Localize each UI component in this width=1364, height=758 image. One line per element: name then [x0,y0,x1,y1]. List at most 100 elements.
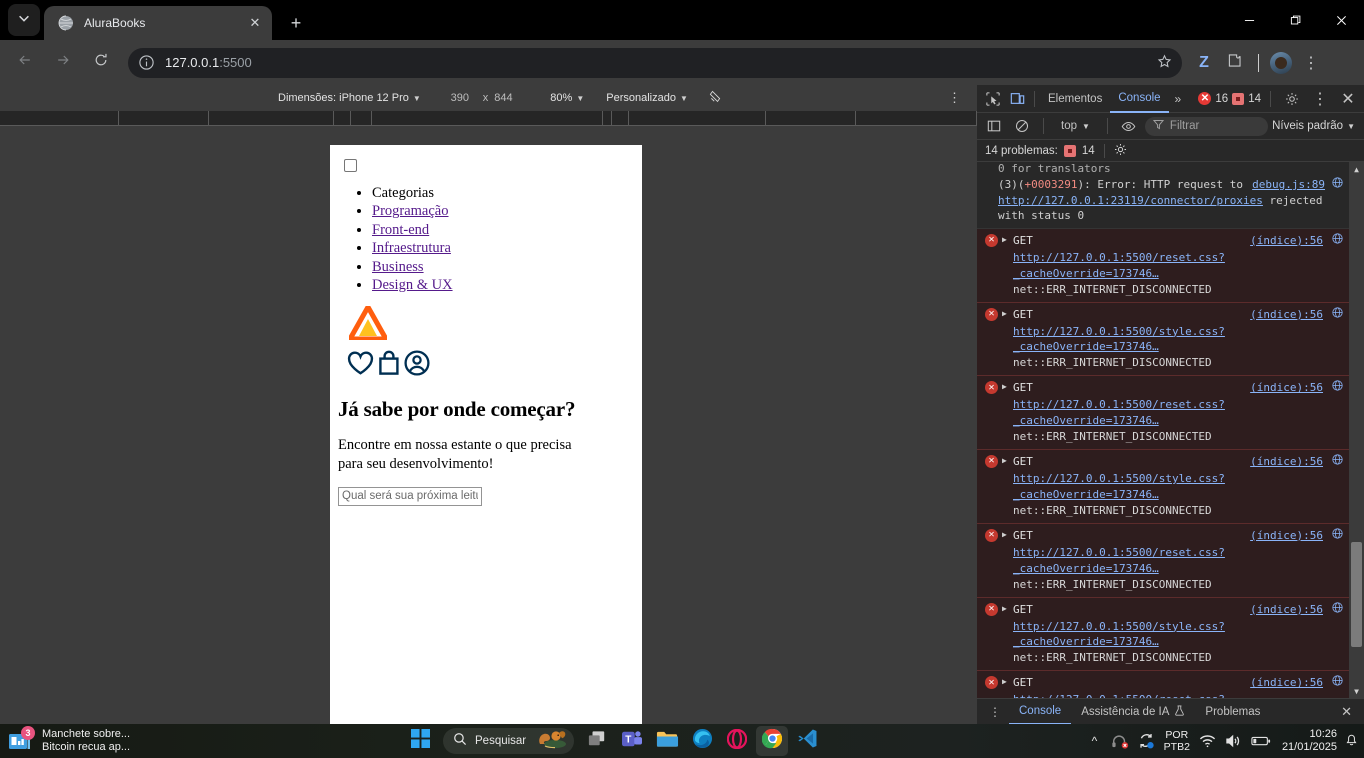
globe-icon[interactable] [1332,601,1343,618]
headset-muted-icon[interactable] [1111,734,1129,749]
console-error-entry[interactable]: ✕ ▶ GET (índice):56 http://127.0.0.1:5500/st… [977,450,1349,524]
console-source-link[interactable]: (índice):56 [1250,528,1323,544]
notification-bell-button[interactable] [1346,733,1357,749]
globe-icon[interactable] [1332,306,1343,323]
close-button[interactable] [1318,0,1364,40]
console-error-entry[interactable]: ✕ ▶ GET (índice):56http://127.0.0.1:5500/re… [977,523,1349,598]
wifi-icon[interactable] [1199,734,1216,748]
request-url[interactable]: http://127.0.0.1:5500/reset.css?_cacheOv… [1013,250,1341,282]
category-link[interactable]: Programação [372,203,449,219]
network-throttle-select[interactable]: Personalizado ▼ [606,92,688,104]
forward-button[interactable] [48,48,78,78]
opera-button[interactable] [721,726,753,756]
scrollbar-thumb[interactable] [1351,542,1362,647]
minimize-button[interactable] [1226,0,1272,40]
expand-triangle-icon[interactable]: ▶ [1002,676,1007,688]
emulated-viewport[interactable]: Categorias Programação Front-end Infraes… [330,145,642,724]
console-error-entry[interactable]: ✕ ▶ GET (índice):56http://127.0.0.1:5500/re… [977,228,1349,303]
tray-overflow-button[interactable]: ^ [1092,734,1102,748]
globe-icon[interactable] [1332,528,1343,544]
category-link[interactable]: Design & UX [372,277,453,293]
battery-icon[interactable] [1251,735,1271,747]
console-source-link[interactable]: (índice):56 [1250,380,1323,396]
console-error-entry[interactable]: ✕ ▶ GET (índice):56 http://127.0.0.1:5500/st… [977,597,1349,672]
sync-icon[interactable] [1138,733,1155,749]
gear-icon[interactable] [1114,143,1127,159]
device-preset-select[interactable]: Dimensões: iPhone 12 Pro ▼ [278,92,421,104]
console-message-url[interactable]: http://127.0.0.1:23119/connector/proxies [998,194,1263,207]
console-source-link[interactable]: (índice):56 [1250,233,1323,249]
extensions-button[interactable] [1220,49,1248,77]
start-button[interactable] [404,726,436,756]
address-bar[interactable]: 127.0.0.1:5500 [128,47,1182,78]
user-icon[interactable] [403,349,431,377]
console-log[interactable]: 0 for translators (3)(+0003291): Error: … [977,162,1364,698]
device-height-input[interactable]: 844 [494,92,524,104]
browser-tab[interactable]: AluraBooks ✕ [44,6,272,40]
expand-triangle-icon[interactable]: ▶ [1002,455,1007,467]
language-indicator[interactable]: POR PTB2 [1164,729,1190,753]
device-toolbar-menu[interactable]: ⋮ [948,90,961,106]
expand-triangle-icon[interactable]: ▶ [1002,308,1007,320]
console-message[interactable]: (3)(+0003291): Error: HTTP request to ht… [977,174,1349,229]
error-count[interactable]: ✕ 16 [1198,92,1228,105]
bookmark-star-icon[interactable] [1157,54,1172,72]
drawer-tab-ai-assistance[interactable]: Assistência de IA [1071,699,1195,725]
site-info-icon[interactable] [138,54,155,71]
globe-icon[interactable] [1332,233,1343,249]
devtools-menu-button[interactable]: ⋮ [1308,87,1332,111]
devtools-close-button[interactable]: ✕ [1336,87,1360,111]
chrome-menu-button[interactable]: ⋮ [1297,49,1325,77]
expand-triangle-icon[interactable]: ▶ [1002,381,1007,393]
globe-icon[interactable] [1332,177,1343,193]
request-url[interactable]: http://127.0.0.1:5500/style.css?_cacheOv… [1013,471,1341,503]
rotate-icon[interactable] [708,89,723,107]
console-source-link[interactable]: debug.js:89 [1252,177,1325,193]
extension-z-button[interactable]: Z [1190,49,1218,77]
drawer-tab-problemas[interactable]: Problemas [1195,699,1270,725]
new-tab-button[interactable]: + [282,9,310,37]
profile-button[interactable] [1267,49,1295,77]
console-context-select[interactable]: top ▼ [1053,112,1098,140]
tab-close-icon[interactable]: ✕ [246,14,264,32]
tab-elementos[interactable]: Elementos [1040,85,1110,113]
tab-console[interactable]: Console [1110,85,1169,113]
vscode-button[interactable] [791,726,823,756]
tab-search-button[interactable] [8,4,40,36]
teams-button[interactable]: T [616,726,648,756]
file-explorer-button[interactable] [651,726,683,756]
drawer-menu-button[interactable]: ⋮ [981,705,1009,719]
category-link[interactable]: Front-end [372,222,429,238]
clear-console-icon[interactable] [1010,114,1034,138]
device-toolbar-toggle[interactable] [1005,87,1029,111]
console-source-link[interactable]: (índice):56 [1250,307,1323,323]
edge-button[interactable] [686,726,718,756]
menu-checkbox[interactable] [344,159,357,172]
request-url[interactable]: http://127.0.0.1:5500/style.css?_cacheOv… [1013,619,1341,651]
globe-icon[interactable] [1332,675,1343,691]
device-zoom-select[interactable]: 80% ▼ [550,92,584,104]
console-source-link[interactable]: (índice):56 [1250,454,1323,470]
alura-logo[interactable] [347,304,634,345]
scroll-up-arrow-icon[interactable]: ▲ [1349,162,1364,176]
console-error-entry[interactable]: ✕ ▶ GET (índice):56 http://127.0.0.1:5500/st… [977,302,1349,377]
console-error-entry[interactable]: ✕ ▶ GET (índice):56http://127.0.0.1:5500/re… [977,671,1349,698]
expand-triangle-icon[interactable]: ▶ [1002,529,1007,541]
expand-triangle-icon[interactable]: ▶ [1002,603,1007,615]
globe-icon[interactable] [1332,380,1343,396]
category-link[interactable]: Business [372,259,424,275]
reload-button[interactable] [86,48,116,78]
heart-icon[interactable] [346,350,375,376]
category-link[interactable]: Infraestrutura [372,240,451,256]
taskbar-search[interactable]: Pesquisar [443,728,575,754]
search-input[interactable] [338,486,482,506]
bag-icon[interactable] [376,350,402,376]
request-url[interactable]: http://127.0.0.1:5500/style.css?_cacheOv… [1013,324,1341,356]
gear-icon[interactable] [1280,87,1304,111]
globe-icon[interactable] [1332,454,1343,470]
request-url[interactable]: http://127.0.0.1:5500/reset.css?_cacheOv… [1013,545,1341,577]
drawer-tab-console[interactable]: Console [1009,699,1072,725]
inspect-element-button[interactable] [981,87,1005,111]
maximize-button[interactable] [1272,0,1318,40]
expand-triangle-icon[interactable]: ▶ [1002,234,1007,246]
